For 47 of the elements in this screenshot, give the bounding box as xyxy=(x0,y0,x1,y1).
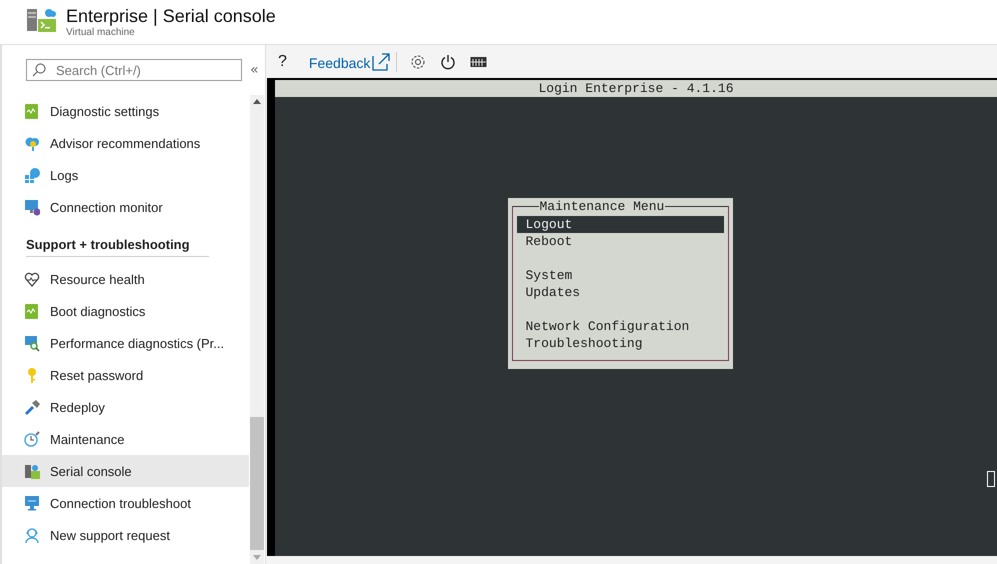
clock-wrench-icon xyxy=(24,430,40,448)
search-icon xyxy=(32,63,46,77)
sidebar-item[interactable]: Redeploy xyxy=(2,391,249,423)
power-icon[interactable] xyxy=(440,54,456,70)
external-link-icon xyxy=(372,52,390,70)
menu-option[interactable]: Reboot xyxy=(516,233,724,250)
page-title: Enterprise | Serial console xyxy=(66,5,276,27)
sidebar-item[interactable]: Serial console xyxy=(2,455,249,487)
server-console-icon xyxy=(27,7,57,33)
hammer-icon xyxy=(24,398,40,416)
sidebar-item[interactable]: Diagnostic settings xyxy=(2,95,249,127)
monitor-icon xyxy=(24,198,40,216)
collapse-button[interactable]: « xyxy=(248,62,261,78)
chart-document-icon xyxy=(24,302,40,320)
cloud-blocks-icon xyxy=(24,166,40,184)
settings-icon[interactable] xyxy=(410,54,426,70)
server-console-icon xyxy=(24,462,40,480)
feedback-link[interactable]: Feedback xyxy=(308,52,390,70)
sidebar-item[interactable]: Connection troubleshoot xyxy=(2,487,249,519)
sidebar-item[interactable]: Logs xyxy=(2,159,249,191)
sidebar-item[interactable]: Advisor recommendations xyxy=(2,127,249,159)
terminal-screen[interactable]: Login Enterprise - 4.1.16 Maintenance Menu Logout Reboot System Updates Network Configuration Troubleshooting xyxy=(267,78,997,556)
sidebar-item[interactable]: Connection monitor xyxy=(2,191,249,223)
menu-option[interactable]: Updates xyxy=(516,284,724,301)
cloud-bulb-icon xyxy=(24,134,40,152)
page-subtitle: Virtual machine xyxy=(66,27,136,39)
search-field[interactable]: Search (Ctrl+/) xyxy=(26,59,242,81)
menu-option[interactable]: System xyxy=(516,267,724,284)
menu-option[interactable]: Logout xyxy=(516,216,724,233)
person-headset-icon xyxy=(24,526,40,544)
monitor-icon xyxy=(24,494,40,512)
chart-document-icon xyxy=(24,102,40,120)
scrollbar-thumb[interactable] xyxy=(250,417,264,550)
menu-option[interactable]: Network Configuration xyxy=(516,318,724,335)
sidebar-item[interactable]: Performance diagnostics (Pr... xyxy=(2,327,249,359)
sidebar-item[interactable]: Reset password xyxy=(2,359,249,391)
monitor-magnifier-icon xyxy=(24,334,40,352)
sidebar-item[interactable]: Resource health xyxy=(2,263,249,295)
text-cursor-icon xyxy=(987,471,995,487)
section-heading: Support + troubleshooting xyxy=(25,236,191,254)
menu-option[interactable]: Troubleshooting xyxy=(516,335,724,352)
sidebar-item[interactable]: Maintenance xyxy=(2,423,249,455)
sidebar-item[interactable]: New support request xyxy=(2,519,249,551)
terminal-title: Login Enterprise - 4.1.16 xyxy=(538,81,734,96)
heart-icon xyxy=(24,270,40,288)
sidebar-item[interactable]: Boot diagnostics xyxy=(2,295,249,327)
help-button[interactable]: ? xyxy=(274,52,295,70)
